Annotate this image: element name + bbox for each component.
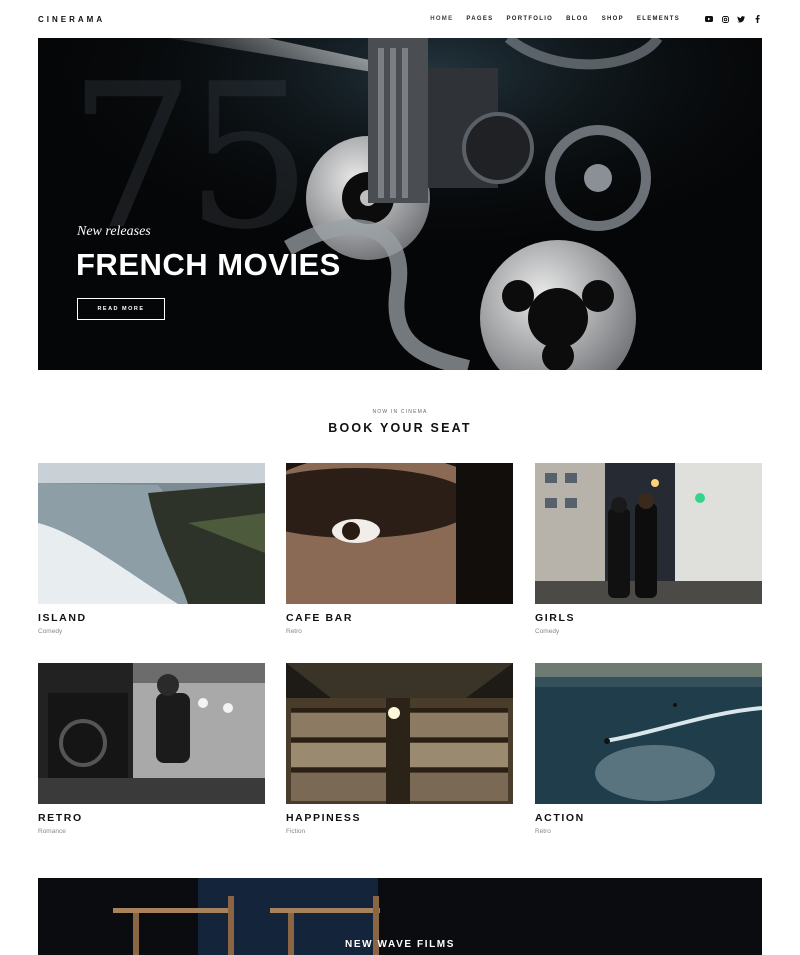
movie-card[interactable]: ISLAND Comedy [38,463,265,635]
movie-thumbnail-action[interactable] [535,663,762,804]
movie-genre[interactable]: Comedy [38,628,265,635]
movie-thumbnail-girls[interactable] [535,463,762,604]
movie-card[interactable]: GIRLS Comedy [535,463,762,635]
main-nav: HOME PAGES PORTFOLIO BLOG SHOP ELEMENTS [417,14,762,24]
social-links [698,14,762,24]
promo-banner: NEW WAVE FILMS [38,878,762,955]
movie-title[interactable]: CAFE BAR [286,612,513,624]
facebook-icon[interactable] [752,14,762,24]
movie-title[interactable]: ACTION [535,812,762,824]
hero-slider: 75 [38,38,762,370]
nav-item-portfolio[interactable]: PORTFOLIO [506,16,553,22]
movie-title[interactable]: ISLAND [38,612,265,624]
nav-item-shop[interactable]: SHOP [602,16,624,22]
section-eyebrow: NOW IN CINEMA [372,409,428,415]
movie-genre[interactable]: Fiction [286,828,513,835]
instagram-icon[interactable] [720,14,730,24]
movie-card[interactable]: ACTION Retro [535,663,762,835]
movie-genre[interactable]: Romance [38,828,265,835]
movie-genre[interactable]: Comedy [535,628,762,635]
movie-card[interactable]: RETRO Romance [38,663,265,835]
hero-subtitle: New releases [77,224,151,239]
movie-genre[interactable]: Retro [535,828,762,835]
movie-title[interactable]: GIRLS [535,612,762,624]
site-logo[interactable]: CINERAMA [38,15,105,24]
section-title: BOOK YOUR SEAT [328,421,472,435]
read-more-button[interactable]: READ MORE [77,298,165,320]
nav-item-pages[interactable]: PAGES [466,16,493,22]
nav-item-elements[interactable]: ELEMENTS [637,16,680,22]
movie-genre[interactable]: Retro [286,628,513,635]
nav-item-blog[interactable]: BLOG [566,16,589,22]
movie-thumbnail-retro[interactable] [38,663,265,804]
movie-card[interactable]: HAPPINESS Fiction [286,663,513,835]
movie-title[interactable]: HAPPINESS [286,812,513,824]
hero-title: FRENCH MOVIES [76,247,341,282]
movie-thumbnail-happiness[interactable] [286,663,513,804]
projector-image [38,38,762,370]
movie-title[interactable]: RETRO [38,812,265,824]
banner-title: NEW WAVE FILMS [345,939,455,950]
movie-thumbnail-cafe-bar[interactable] [286,463,513,604]
youtube-icon[interactable] [704,14,714,24]
twitter-icon[interactable] [736,14,746,24]
nav-item-home[interactable]: HOME [430,16,453,22]
site-header: CINERAMA HOME PAGES PORTFOLIO BLOG SHOP … [38,0,762,38]
movie-thumbnail-island[interactable] [38,463,265,604]
movie-card[interactable]: CAFE BAR Retro [286,463,513,635]
